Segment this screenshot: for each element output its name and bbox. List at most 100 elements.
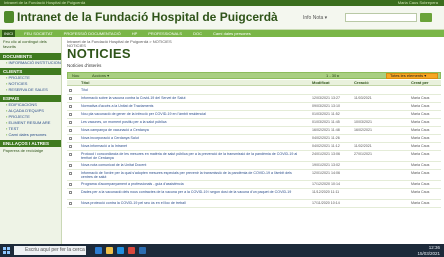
news-title-link[interactable]: Nou pla vacunació de gener de la infecci… — [81, 112, 303, 116]
author-link[interactable]: Maria Caus — [411, 190, 429, 194]
author-link[interactable]: Maria Caus — [411, 104, 429, 108]
top-navigation: INICI FEU SOCIETAT PROFESSIÓ DOCUMENTACIÓ H… — [0, 30, 444, 37]
file-explorer-icon[interactable] — [106, 247, 113, 254]
row-checkbox[interactable] — [69, 97, 72, 100]
windows-taskbar: Escriu aquí per fer la cerca 12:36 15/03… — [0, 244, 444, 257]
row-checkbox[interactable] — [69, 202, 72, 205]
column-created[interactable]: Creació — [354, 80, 369, 86]
news-title-link[interactable]: Dades per a la vacunació dels nous contr… — [81, 190, 303, 194]
recycle-bin-link[interactable]: Paperera de reciclatge — [0, 147, 61, 155]
row-checkbox[interactable] — [69, 183, 72, 186]
news-title-link[interactable]: Informació de l'ordre per la qual s'adop… — [81, 171, 303, 180]
author-link[interactable]: Maria Caus — [411, 112, 429, 116]
row-checkbox[interactable] — [69, 105, 72, 108]
row-checkbox[interactable] — [69, 89, 72, 92]
user-menu[interactable]: Info Nota ▾ — [303, 15, 327, 21]
hospital-logo[interactable] — [4, 11, 14, 23]
column-title[interactable]: Títol — [81, 80, 89, 86]
news-row: Protocol i concordància de les mesures e… — [67, 151, 441, 162]
created-date: 11/03/2021 — [354, 96, 372, 100]
news-row: Informació sobre la vacuna contra la Cov… — [67, 95, 441, 103]
author-link[interactable]: Maria Caus — [411, 182, 429, 186]
sidebar-section-heading: ESPAIS — [0, 95, 61, 102]
news-row: Nova protecció contra la COVID-19 pel se… — [67, 200, 441, 208]
modified-date: 17/12/2020 10:14 — [312, 182, 340, 186]
news-row: Nova informació a la Intranet 04/02/2021 … — [67, 143, 441, 151]
news-title-link[interactable]: Nova incorporació a Cerdanya Salut — [81, 136, 303, 140]
author-link[interactable]: Maria Caus — [411, 171, 429, 175]
news-row: Programa d'acompanyament a professionals… — [67, 181, 441, 189]
edge-browser-icon[interactable] — [117, 247, 124, 254]
chrome-icon[interactable] — [128, 247, 135, 254]
row-checkbox[interactable] — [69, 164, 72, 167]
intranet-window: Intranet de la Fundació Hospital de Puig… — [0, 0, 444, 257]
nav-tab-3[interactable]: HP — [130, 30, 140, 37]
column-author[interactable]: Creat per — [411, 80, 429, 86]
news-row: Dades per a la vacunació dels nous contr… — [67, 189, 441, 200]
row-checkbox[interactable] — [69, 121, 72, 124]
news-row: Nova campanya de vacunació a Cerdanya 16/… — [67, 127, 441, 135]
site-header: Intranet de la Fundació Hospital de Puig… — [0, 6, 444, 30]
author-link[interactable]: Maria Caus — [411, 152, 429, 156]
row-checkbox[interactable] — [69, 172, 72, 175]
author-link[interactable]: Maria Caus — [411, 136, 429, 140]
word-icon[interactable] — [139, 247, 146, 254]
nav-tab-0[interactable]: INICI — [2, 30, 16, 37]
author-link[interactable]: Maria Caus — [411, 201, 429, 205]
sidebar-link[interactable]: Camí dales persones — [0, 132, 61, 138]
sidebar-link[interactable]: RESERVA DE SALES — [0, 87, 61, 93]
windows-start-icon[interactable] — [3, 247, 10, 254]
sidebar-section-heading: ENLLAÇOS I ALTRES — [0, 140, 61, 147]
actions-menu[interactable]: Accions ▾ — [92, 73, 109, 79]
view-select[interactable]: Totes les elements ▾ — [386, 73, 438, 79]
taskbar-search-placeholder: Escriu aquí per fer la cerca — [25, 247, 85, 253]
nav-tab-5[interactable]: DOC — [191, 30, 204, 37]
row-checkbox[interactable] — [69, 191, 72, 194]
news-row: Nova nota comunicat de la Unitat Docent 1… — [67, 162, 441, 170]
row-checkbox[interactable] — [69, 137, 72, 140]
sidebar: Feu clic al contingut dels favorits DOCU… — [0, 37, 62, 244]
news-title-link[interactable]: Nova campanya de vacunació a Cerdanya — [81, 128, 303, 132]
news-title-link[interactable]: Nova nota comunicat de la Unitat Docent — [81, 163, 303, 167]
news-title-link[interactable]: Nova protecció contra la COVID-19 pel se… — [81, 201, 303, 205]
column-headers: Títol Modificat Creació Creat per — [67, 80, 441, 86]
sidebar-favorites-text[interactable]: Feu clic al contingut dels favorits — [0, 37, 61, 51]
site-title[interactable]: Intranet de la Fundació Hospital de Puig… — [17, 10, 278, 24]
author-link[interactable]: Maria Caus — [411, 144, 429, 148]
news-title-link[interactable]: Protocol i concordància de les mesures e… — [81, 152, 303, 161]
author-link[interactable]: Maria Caus — [411, 96, 429, 100]
sidebar-link[interactable]: INFORMACIÓ INSTITUCIONAL — [0, 60, 61, 66]
nav-tab-6[interactable]: Camí dales persones — [211, 30, 253, 37]
news-title-link[interactable]: Normativa d'accés a la Unitat de Tractam… — [81, 104, 303, 108]
new-item-button[interactable]: Nou — [72, 73, 79, 79]
task-view-icon[interactable] — [95, 247, 102, 254]
pager[interactable]: 1 - 30 ▸ — [326, 73, 339, 79]
site-search-input[interactable] — [345, 13, 417, 22]
nav-tab-4[interactable]: PROFESSIONALS — [146, 30, 184, 37]
modified-date: 01/03/2021 11:52 — [312, 112, 340, 116]
row-checkbox[interactable] — [69, 113, 72, 116]
row-checkbox[interactable] — [69, 129, 72, 132]
search-icon[interactable] — [420, 13, 432, 22]
system-clock[interactable]: 12:36 15/03/2021 — [417, 245, 440, 256]
news-title-link[interactable]: Programa d'acompanyament a professionals… — [81, 182, 303, 186]
row-checkbox[interactable] — [69, 153, 72, 156]
row-checkbox[interactable] — [69, 145, 72, 148]
news-row: Informació de l'ordre per la qual s'adop… — [67, 170, 441, 181]
news-title-link[interactable]: Informació sobre la vacuna contra la Cov… — [81, 96, 303, 100]
news-title-link[interactable]: Les vacunes, un moment positiu per a la … — [81, 120, 303, 124]
nav-tab-1[interactable]: FEU SOCIETAT — [22, 30, 55, 37]
modified-date: 04/02/2021 11:26 — [312, 136, 340, 140]
news-title-link[interactable]: Nova informació a la Intranet — [81, 144, 303, 148]
modified-date: 12/01/2021 14:06 — [312, 171, 340, 175]
author-link[interactable]: Maria Caus — [411, 163, 429, 167]
list-toolbar: Nou Accions ▾ 1 - 30 ▸ Totes les element… — [67, 72, 441, 79]
author-link[interactable]: Maria Caus — [411, 128, 429, 132]
column-modified[interactable]: Modificat — [312, 80, 330, 86]
modified-date: 01/03/2021 11:45 — [312, 120, 340, 124]
news-list: Títol Informació sobre la vacuna contra l… — [67, 87, 441, 208]
nav-tab-2[interactable]: PROFESSIÓ DOCUMENTACIÓ — [62, 30, 123, 37]
author-link[interactable]: Maria Caus — [411, 120, 429, 124]
sidebar-section-heading: DOCUMENTS — [0, 53, 61, 60]
news-title-link[interactable]: Títol — [81, 88, 303, 92]
